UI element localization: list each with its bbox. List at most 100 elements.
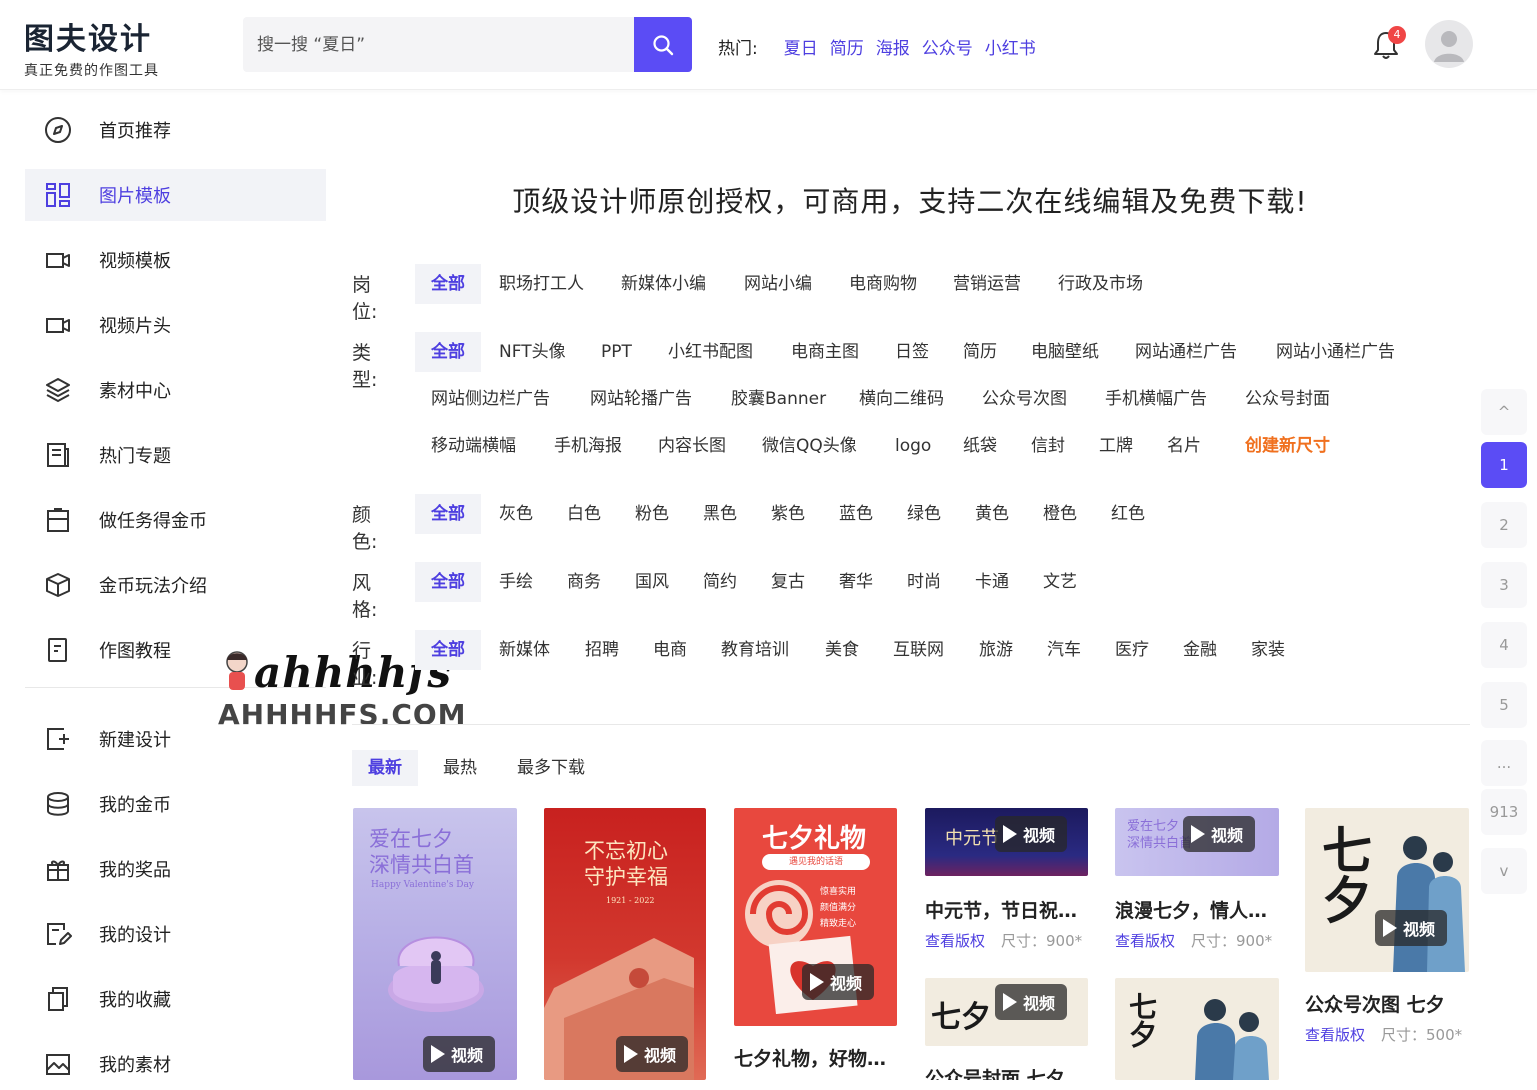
filter-chip[interactable]: 黑色 — [687, 494, 753, 534]
template-thumbnail[interactable]: 七夕 视频 — [1305, 808, 1469, 972]
filter-chip[interactable]: 全部 — [415, 494, 481, 534]
notification-button[interactable]: 4 — [1372, 26, 1406, 60]
pager-up-button[interactable]: ^ — [1481, 389, 1527, 435]
filter-chip[interactable]: 行政及市场 — [1042, 264, 1159, 304]
sidebar-item-my-coins[interactable]: 我的金币 — [25, 778, 326, 830]
sort-tab-downloads[interactable]: 最多下载 — [501, 750, 601, 786]
template-title[interactable]: 中元节，节日祝… — [925, 896, 1077, 923]
filter-chip[interactable]: 教育培训 — [705, 630, 805, 670]
filter-chip[interactable]: 微信QQ头像 — [746, 426, 873, 466]
filter-chip[interactable]: 移动端横幅 — [415, 426, 532, 466]
filter-chip[interactable]: 手机海报 — [538, 426, 638, 466]
filter-chip[interactable]: 网站通栏广告 — [1119, 332, 1253, 372]
filter-chip[interactable]: NFT头像 — [483, 332, 582, 372]
pager-page[interactable]: 5 — [1481, 682, 1527, 728]
template-thumbnail[interactable]: 七夕 视频 — [925, 978, 1088, 1046]
filter-chip[interactable]: 旅游 — [963, 630, 1029, 670]
pager-page[interactable]: 913 — [1481, 789, 1527, 835]
avatar[interactable] — [1425, 20, 1473, 68]
hot-keyword[interactable]: 小红书 — [985, 34, 1036, 59]
sort-tab-hottest[interactable]: 最热 — [427, 750, 493, 786]
create-size-link[interactable]: 创建新尺寸 — [1229, 426, 1346, 466]
filter-chip[interactable]: 网站轮播广告 — [574, 379, 708, 419]
filter-chip[interactable]: 新媒体小编 — [605, 264, 722, 304]
filter-chip[interactable]: 黄色 — [959, 494, 1025, 534]
license-link[interactable]: 查看版权 — [1305, 1026, 1365, 1044]
logo[interactable]: 图夫设计 真正免费的作图工具 — [24, 14, 159, 80]
filter-chip[interactable]: 橙色 — [1027, 494, 1093, 534]
filter-chip[interactable]: 全部 — [415, 332, 481, 372]
template-thumbnail[interactable]: 中元节 视频 — [925, 808, 1088, 876]
filter-chip[interactable]: 金融 — [1167, 630, 1233, 670]
filter-chip[interactable]: 网站小通栏广告 — [1260, 332, 1411, 372]
sidebar-item-my-materials[interactable]: 我的素材 — [25, 1038, 326, 1090]
filter-chip[interactable]: 手绘 — [483, 562, 549, 602]
filter-chip[interactable]: 日签 — [879, 332, 945, 372]
filter-chip[interactable]: 美食 — [809, 630, 875, 670]
filter-chip[interactable]: 横向二维码 — [843, 379, 960, 419]
filter-chip[interactable]: 电商 — [637, 630, 703, 670]
filter-chip[interactable]: 公众号次图 — [966, 379, 1083, 419]
sidebar-item-tasks[interactable]: 做任务得金币 — [25, 494, 326, 546]
sidebar-item-materials[interactable]: 素材中心 — [25, 364, 326, 416]
search-input[interactable] — [243, 17, 623, 72]
template-card[interactable]: 爱在七夕 深情共白首 Happy Valentine's Day 视频 — [353, 808, 517, 1080]
filter-chip[interactable]: 粉色 — [619, 494, 685, 534]
filter-chip[interactable]: 胶囊Banner — [715, 379, 842, 419]
template-card[interactable]: 七夕 — [1115, 978, 1279, 1080]
sidebar-item-coin-intro[interactable]: 金币玩法介绍 — [25, 559, 326, 611]
pager-down-button[interactable]: v — [1481, 848, 1527, 894]
search-button[interactable] — [634, 17, 692, 72]
filter-chip[interactable]: 工牌 — [1083, 426, 1149, 466]
filter-chip[interactable]: 电脑壁纸 — [1015, 332, 1115, 372]
filter-chip[interactable]: 红色 — [1095, 494, 1161, 534]
filter-chip[interactable]: 职场打工人 — [483, 264, 600, 304]
logo-name[interactable]: 图夫设计 — [24, 14, 159, 58]
filter-chip[interactable]: 招聘 — [569, 630, 635, 670]
filter-chip[interactable]: 商务 — [551, 562, 617, 602]
pager-page[interactable]: 2 — [1481, 502, 1527, 548]
template-title[interactable]: 公众号封面 七夕 — [925, 1064, 1065, 1080]
filter-chip[interactable]: 网站侧边栏广告 — [415, 379, 566, 419]
filter-chip[interactable]: 网站小编 — [728, 264, 828, 304]
filter-chip[interactable]: 营销运营 — [937, 264, 1037, 304]
filter-chip[interactable]: 蓝色 — [823, 494, 889, 534]
filter-chip[interactable]: 公众号封面 — [1229, 379, 1346, 419]
template-thumbnail[interactable]: 爱在七夕 深情共白首 视频 — [1115, 808, 1279, 876]
pager-page[interactable]: 4 — [1481, 622, 1527, 668]
filter-chip[interactable]: 汽车 — [1031, 630, 1097, 670]
template-card[interactable]: 中元节 视频 中元节，节日祝… 查看版权 尺寸：900* — [925, 808, 1088, 958]
sidebar-item-topics[interactable]: 热门专题 — [25, 429, 326, 481]
hot-keyword[interactable]: 夏日 — [784, 34, 818, 59]
filter-chip[interactable]: 简约 — [687, 562, 753, 602]
hot-keyword[interactable]: 简历 — [830, 34, 864, 59]
filter-chip[interactable]: logo — [879, 426, 947, 466]
template-card[interactable]: 爱在七夕 深情共白首 视频 浪漫七夕，情人… 查看版权 尺寸：900* — [1115, 808, 1279, 958]
filter-chip[interactable]: 纸袋 — [947, 426, 1013, 466]
filter-chip[interactable]: 手机横幅广告 — [1089, 379, 1223, 419]
filter-chip[interactable]: 文艺 — [1027, 562, 1093, 602]
sidebar-item-my-designs[interactable]: 我的设计 — [25, 908, 326, 960]
filter-chip[interactable]: 复古 — [755, 562, 821, 602]
sidebar-item-image-templates[interactable]: 图片模板 — [25, 169, 326, 221]
filter-chip[interactable]: 电商购物 — [833, 264, 933, 304]
filter-chip[interactable]: 信封 — [1015, 426, 1081, 466]
filter-chip[interactable]: 奢华 — [823, 562, 889, 602]
template-card[interactable]: 七夕 视频 公众号次图 七夕 查看版权 尺寸：500* — [1305, 808, 1469, 1050]
license-link[interactable]: 查看版权 — [1115, 932, 1175, 950]
template-card[interactable]: 七夕 视频 公众号封面 七夕 — [925, 978, 1088, 1080]
template-card[interactable]: 七夕礼物 遇见我的话语 惊喜实用 颜值满分 精致走心 视频 七夕礼物，好物… — [734, 808, 897, 1080]
filter-chip[interactable]: 国风 — [619, 562, 685, 602]
filter-chip[interactable]: 医疗 — [1099, 630, 1165, 670]
license-link[interactable]: 查看版权 — [925, 932, 985, 950]
filter-chip[interactable]: 内容长图 — [642, 426, 742, 466]
filter-chip[interactable]: 灰色 — [483, 494, 549, 534]
template-thumbnail[interactable]: 七夕礼物 遇见我的话语 惊喜实用 颜值满分 精致走心 视频 — [734, 808, 897, 1026]
sidebar-item-my-prizes[interactable]: 我的奖品 — [25, 843, 326, 895]
filter-chip[interactable]: 卡通 — [959, 562, 1025, 602]
filter-chip[interactable]: 全部 — [415, 562, 481, 602]
template-title[interactable]: 公众号次图 七夕 — [1305, 990, 1445, 1017]
template-thumbnail[interactable]: 七夕 — [1115, 978, 1279, 1080]
template-title[interactable]: 浪漫七夕，情人… — [1115, 896, 1267, 923]
filter-chip[interactable]: 全部 — [415, 264, 481, 304]
